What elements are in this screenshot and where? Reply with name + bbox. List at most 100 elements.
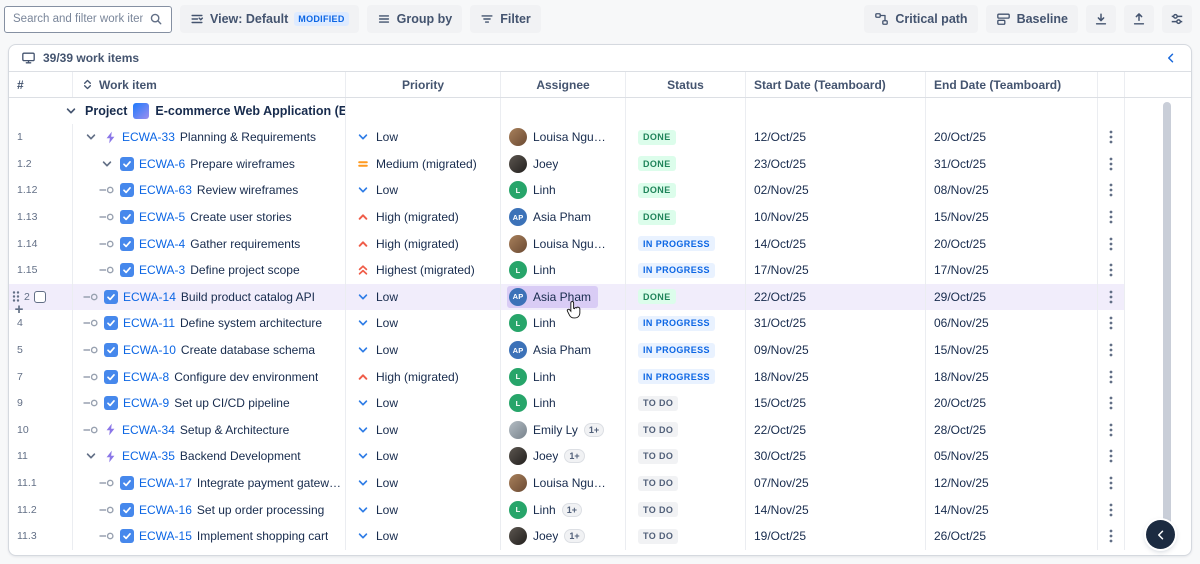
- column-header-start-date-teamboard[interactable]: Start Date (Teamboard): [746, 72, 926, 97]
- row-menu-button[interactable]: [1105, 155, 1117, 173]
- work-item-key-link[interactable]: ECWA-15: [139, 529, 192, 543]
- assignee-cell[interactable]: Joey: [501, 151, 626, 178]
- work-item-key-link[interactable]: ECWA-34: [122, 423, 175, 437]
- work-item-key-link[interactable]: ECWA-17: [139, 476, 192, 490]
- row-menu-button[interactable]: [1105, 288, 1117, 306]
- start-date-cell[interactable]: 15/Oct/25: [746, 390, 926, 417]
- work-item-row[interactable]: 1ECWA-33Planning & RequirementsLowLouisa…: [9, 124, 1191, 151]
- assignee-cell[interactable]: APAsia Pham: [501, 337, 626, 364]
- priority-cell[interactable]: Low: [346, 443, 501, 470]
- column-header-status[interactable]: Status: [626, 72, 746, 97]
- row-menu-button[interactable]: [1105, 394, 1117, 412]
- status-cell[interactable]: IN PROGRESS: [626, 363, 746, 390]
- priority-cell[interactable]: Low: [346, 496, 501, 523]
- expand-chevron-icon[interactable]: [99, 158, 115, 170]
- status-cell[interactable]: TO DO: [626, 496, 746, 523]
- row-menu-button[interactable]: [1105, 128, 1117, 146]
- work-item-key-link[interactable]: ECWA-35: [122, 449, 175, 463]
- column-header-[interactable]: #: [9, 72, 73, 97]
- work-item-key-link[interactable]: ECWA-5: [139, 210, 185, 224]
- start-date-cell[interactable]: 07/Nov/25: [746, 470, 926, 497]
- status-cell[interactable]: TO DO: [626, 390, 746, 417]
- work-item-key-link[interactable]: ECWA-4: [139, 237, 185, 251]
- work-item-row[interactable]: 11.3ECWA-15Implement shopping cartLowJoe…: [9, 523, 1191, 550]
- status-cell[interactable]: TO DO: [626, 417, 746, 444]
- status-cell[interactable]: DONE: [626, 284, 746, 311]
- work-item-row[interactable]: 5ECWA-10Create database schemaLowAPAsia …: [9, 337, 1191, 364]
- status-cell[interactable]: IN PROGRESS: [626, 310, 746, 337]
- collapse-panel-button[interactable]: [1146, 520, 1175, 549]
- row-menu-button[interactable]: [1105, 261, 1117, 279]
- priority-cell[interactable]: Low: [346, 470, 501, 497]
- work-item-row[interactable]: 11.1ECWA-17Integrate payment gatewayLowL…: [9, 470, 1191, 497]
- expand-chevron-icon[interactable]: [83, 450, 99, 462]
- row-checkbox[interactable]: [34, 291, 46, 303]
- work-item-key-link[interactable]: ECWA-9: [123, 396, 169, 410]
- end-date-cell[interactable]: 20/Oct/25: [926, 230, 1098, 257]
- priority-cell[interactable]: High (migrated): [346, 363, 501, 390]
- priority-cell[interactable]: Low: [346, 124, 501, 151]
- priority-cell[interactable]: Low: [346, 417, 501, 444]
- status-cell[interactable]: IN PROGRESS: [626, 230, 746, 257]
- end-date-cell[interactable]: 08/Nov/25: [926, 177, 1098, 204]
- end-date-cell[interactable]: 18/Nov/25: [926, 363, 1098, 390]
- work-item-row[interactable]: 1.2ECWA-6Prepare wireframesMedium (migra…: [9, 151, 1191, 178]
- row-menu-button[interactable]: [1105, 527, 1117, 545]
- priority-cell[interactable]: Low: [346, 310, 501, 337]
- priority-cell[interactable]: Low: [346, 390, 501, 417]
- row-menu-button[interactable]: [1105, 501, 1117, 519]
- end-date-cell[interactable]: 14/Nov/25: [926, 496, 1098, 523]
- work-item-key-link[interactable]: ECWA-11: [123, 316, 175, 330]
- priority-cell[interactable]: Low: [346, 284, 501, 311]
- start-date-cell[interactable]: 09/Nov/25: [746, 337, 926, 364]
- work-item-key-link[interactable]: ECWA-8: [123, 370, 169, 384]
- end-date-cell[interactable]: 05/Nov/25: [926, 443, 1098, 470]
- collapse-columns-icon[interactable]: [1165, 52, 1177, 64]
- work-item-row[interactable]: 7ECWA-8Configure dev environmentHigh (mi…: [9, 363, 1191, 390]
- work-item-row[interactable]: 1.15ECWA-3Define project scopeHighest (m…: [9, 257, 1191, 284]
- status-cell[interactable]: DONE: [626, 151, 746, 178]
- assignee-cell[interactable]: Louisa Nguyen: [501, 230, 626, 257]
- priority-cell[interactable]: Low: [346, 523, 501, 550]
- import-button[interactable]: [1124, 5, 1154, 33]
- row-menu-button[interactable]: [1105, 208, 1117, 226]
- start-date-cell[interactable]: 17/Nov/25: [746, 257, 926, 284]
- group-header-cell[interactable]: Project E-commerce Web Application (ECWA…: [9, 98, 346, 124]
- start-date-cell[interactable]: 22/Oct/25: [746, 284, 926, 311]
- critical-path-button[interactable]: Critical path: [864, 5, 977, 33]
- start-date-cell[interactable]: 14/Oct/25: [746, 230, 926, 257]
- work-item-row[interactable]: 2ECWA-14Build product catalog APILowAPAs…: [9, 284, 1191, 311]
- end-date-cell[interactable]: 28/Oct/25: [926, 417, 1098, 444]
- status-cell[interactable]: TO DO: [626, 470, 746, 497]
- start-date-cell[interactable]: 22/Oct/25: [746, 417, 926, 444]
- work-item-row[interactable]: 4ECWA-11Define system architectureLowLLi…: [9, 310, 1191, 337]
- assignee-cell[interactable]: LLinh: [501, 363, 626, 390]
- assignee-cell[interactable]: APAsia Pham: [501, 204, 626, 231]
- start-date-cell[interactable]: 02/Nov/25: [746, 177, 926, 204]
- assignee-cell[interactable]: LLinh: [501, 177, 626, 204]
- end-date-cell[interactable]: 29/Oct/25: [926, 284, 1098, 311]
- priority-cell[interactable]: Low: [346, 177, 501, 204]
- work-item-row[interactable]: 1.14ECWA-4Gather requirementsHigh (migra…: [9, 230, 1191, 257]
- view-button[interactable]: View: Default MODIFIED: [180, 5, 359, 33]
- assignee-cell[interactable]: Joey1+: [501, 443, 626, 470]
- row-menu-button[interactable]: [1105, 474, 1117, 492]
- end-date-cell[interactable]: 17/Nov/25: [926, 257, 1098, 284]
- status-cell[interactable]: IN PROGRESS: [626, 257, 746, 284]
- row-menu-button[interactable]: [1105, 421, 1117, 439]
- status-cell[interactable]: DONE: [626, 177, 746, 204]
- work-item-row[interactable]: 1.13ECWA-5Create user storiesHigh (migra…: [9, 204, 1191, 231]
- row-menu-button[interactable]: [1105, 314, 1117, 332]
- start-date-cell[interactable]: 23/Oct/25: [746, 151, 926, 178]
- priority-cell[interactable]: High (migrated): [346, 204, 501, 231]
- assignee-cell[interactable]: Joey1+: [501, 523, 626, 550]
- status-cell[interactable]: TO DO: [626, 523, 746, 550]
- end-date-cell[interactable]: 06/Nov/25: [926, 310, 1098, 337]
- status-cell[interactable]: DONE: [626, 204, 746, 231]
- start-date-cell[interactable]: 14/Nov/25: [746, 496, 926, 523]
- work-item-key-link[interactable]: ECWA-14: [123, 290, 176, 304]
- assignee-cell[interactable]: LLinh: [501, 390, 626, 417]
- column-header-priority[interactable]: Priority: [346, 72, 501, 97]
- work-item-key-link[interactable]: ECWA-10: [123, 343, 176, 357]
- work-item-key-link[interactable]: ECWA-3: [139, 263, 185, 277]
